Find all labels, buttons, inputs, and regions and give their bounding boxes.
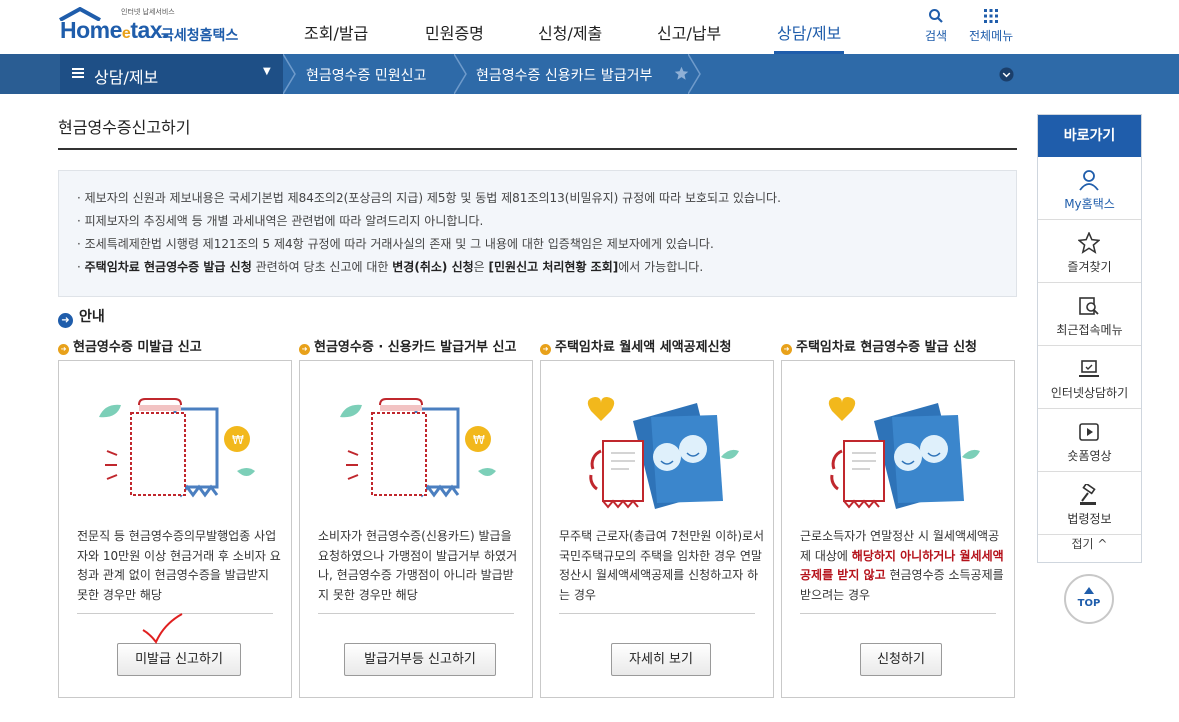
receipt-illustration-icon: ₩	[340, 398, 496, 498]
card-description: 근로소득자가 연말정산 시 월세액세액공제 대상에 해당하지 아니하거나 월세세…	[800, 529, 1004, 602]
nav-consult-report[interactable]: 상담/제보	[777, 20, 841, 44]
notice-line: · 주택임차료 현금영수증 발급 신청 관련하여 당초 신고에 대한 변경(취소…	[77, 260, 704, 274]
svg-text:₩: ₩	[473, 433, 485, 447]
house-rent-illustration-icon	[587, 397, 739, 509]
breadcrumb-chevron-icon	[454, 54, 467, 94]
breadcrumb-chevron-icon	[283, 54, 296, 94]
quick-item-online-consult[interactable]: 인터넷상담하기	[1038, 346, 1141, 409]
search-icon	[929, 9, 943, 23]
card-refusal-report: ₩ 소비자가 현금영수증(신용카드) 발급을 요청하였으나 가맹점이 발급거부 …	[299, 360, 533, 698]
section-title-rent-deduction: ➜ 주택임차료 월세액 세액공제신청	[540, 336, 732, 355]
quick-menu-fold-button[interactable]: 접기 ^	[1038, 535, 1141, 552]
all-menu-button[interactable]: 전체메뉴	[969, 8, 1013, 44]
title-divider	[58, 148, 1017, 150]
page-title: 현금영수증신고하기	[58, 118, 191, 137]
breadcrumb-item-cash-receipt-complaint[interactable]: 현금영수증 민원신고	[306, 65, 426, 85]
quick-menu: 바로가기 My홈택스 즐겨찾기 최근접속메뉴 인터넷상담하기 숏폼영상 법령정보…	[1037, 114, 1142, 563]
nav-apply-submit[interactable]: 신청/제출	[538, 20, 602, 44]
section-title-unissued: ➜ 현금영수증 미발급 신고	[58, 336, 202, 355]
quick-item-short-video[interactable]: 숏폼영상	[1038, 409, 1141, 472]
menu-dropdown[interactable]: 상담/제보 ▼	[60, 54, 283, 94]
laptop-icon	[1079, 360, 1099, 377]
quick-item-my-hometax[interactable]: My홈택스	[1038, 157, 1141, 220]
breadcrumb-chevron-icon	[688, 54, 701, 94]
card-description: 무주택 근로자(총급여 7천만원 이하)로서 국민주택규모의 주택을 임차한 경…	[559, 529, 765, 602]
gavel-icon	[1080, 484, 1096, 505]
notice-box: · 제보자의 신원과 제보내용은 국세기본법 제84조의2(포상금의 지급) 제…	[58, 170, 1017, 297]
unissued-report-button[interactable]: 미발급 신고하기	[117, 643, 241, 676]
hometax-logo[interactable]: 인터넷 납세서비스 Homeetax. 국세청홈택스	[58, 7, 248, 47]
scroll-top-button[interactable]: TOP	[1064, 574, 1114, 624]
card-unissued-report: ₩ 전문직 등 현금영수증의무발행업종 사업자와 10만원 이상 현금거래 후 …	[58, 360, 292, 698]
site-header: 인터넷 납세서비스 Homeetax. 국세청홈택스 조회/발급 민원증명 신청…	[0, 0, 1179, 54]
nav-report-pay[interactable]: 신고/납부	[657, 20, 721, 44]
svg-text:₩: ₩	[232, 433, 244, 447]
red-check-mark-icon	[142, 613, 183, 644]
section-title-refusal: ➜ 현금영수증 · 신용카드 발급거부 신고	[299, 336, 516, 355]
quick-item-law-info[interactable]: 법령정보	[1038, 472, 1141, 535]
search-button[interactable]: 검색	[925, 8, 947, 44]
logo-wordmark: Homeetax.	[60, 17, 168, 43]
arrow-dot-icon: ➜	[58, 344, 69, 355]
play-video-icon	[1079, 423, 1099, 441]
breadcrumb-bar: 상담/제보 ▼ 현금영수증 민원신고 현금영수증 신용카드 발급거부	[0, 54, 1179, 94]
expand-circle-icon[interactable]	[999, 67, 1014, 82]
logo-korean-name: 국세청홈택스	[161, 28, 239, 44]
arrow-dot-icon: ➜	[781, 344, 792, 355]
arrow-dot-icon: ➜	[299, 344, 310, 355]
nav-civil-certificate[interactable]: 민원증명	[425, 20, 484, 44]
refusal-report-button[interactable]: 발급거부등 신고하기	[344, 643, 496, 676]
quick-menu-title: 바로가기	[1038, 115, 1141, 157]
notice-line: · 조세특례제한법 시행령 제121조의 5 제4항 규정에 따라 거래사실의 …	[77, 237, 714, 251]
arrow-circle-icon: ➜	[58, 313, 73, 328]
section-title-rent-receipt: ➜ 주택임차료 현금영수증 발급 신청	[781, 336, 977, 355]
hamburger-icon	[72, 68, 84, 78]
caret-down-icon: ▼	[263, 66, 271, 77]
recent-search-icon	[1079, 297, 1099, 315]
breadcrumb-item-card-refusal[interactable]: 현금영수증 신용카드 발급거부	[476, 65, 652, 85]
nav-inquiry-issue[interactable]: 조회/발급	[304, 20, 368, 44]
quick-item-favorites[interactable]: 즐겨찾기	[1038, 220, 1141, 283]
notice-line: · 피제보자의 추징세액 등 개별 과세내역은 관련법에 따라 알려드리지 아니…	[77, 214, 484, 228]
notice-line: · 제보자의 신원과 제보내용은 국세기본법 제84조의2(포상금의 지급) 제…	[77, 191, 781, 205]
grid-menu-icon	[984, 9, 999, 23]
star-icon	[1078, 232, 1100, 254]
arrow-up-icon	[1084, 587, 1094, 594]
card-rent-receipt: 근로소득자가 연말정산 시 월세액세액공제 대상에 해당하지 아니하거나 월세세…	[781, 360, 1015, 698]
card-description: 소비자가 현금영수증(신용카드) 발급을 요청하였으나 가맹점이 발급거부 하였…	[318, 529, 518, 602]
card-rent-deduction: 무주택 근로자(총급여 7천만원 이하)로서 국민주택규모의 주택을 임차한 경…	[540, 360, 774, 698]
favorite-star-icon[interactable]	[674, 66, 689, 81]
logo-tagline: 인터넷 납세서비스	[121, 8, 175, 16]
arrow-dot-icon: ➜	[540, 344, 551, 355]
detail-view-button[interactable]: 자세히 보기	[611, 643, 711, 676]
receipt-illustration-icon: ₩	[99, 398, 255, 498]
user-icon	[1079, 170, 1099, 191]
guide-heading: ➜ 안내	[58, 306, 105, 328]
house-rent-illustration-icon	[828, 397, 980, 509]
apply-button[interactable]: 신청하기	[860, 643, 942, 676]
quick-item-recent-menu[interactable]: 최근접속메뉴	[1038, 283, 1141, 346]
card-description: 전문직 등 현금영수증의무발행업종 사업자와 10만원 이상 현금거래 후 소비…	[77, 529, 281, 602]
